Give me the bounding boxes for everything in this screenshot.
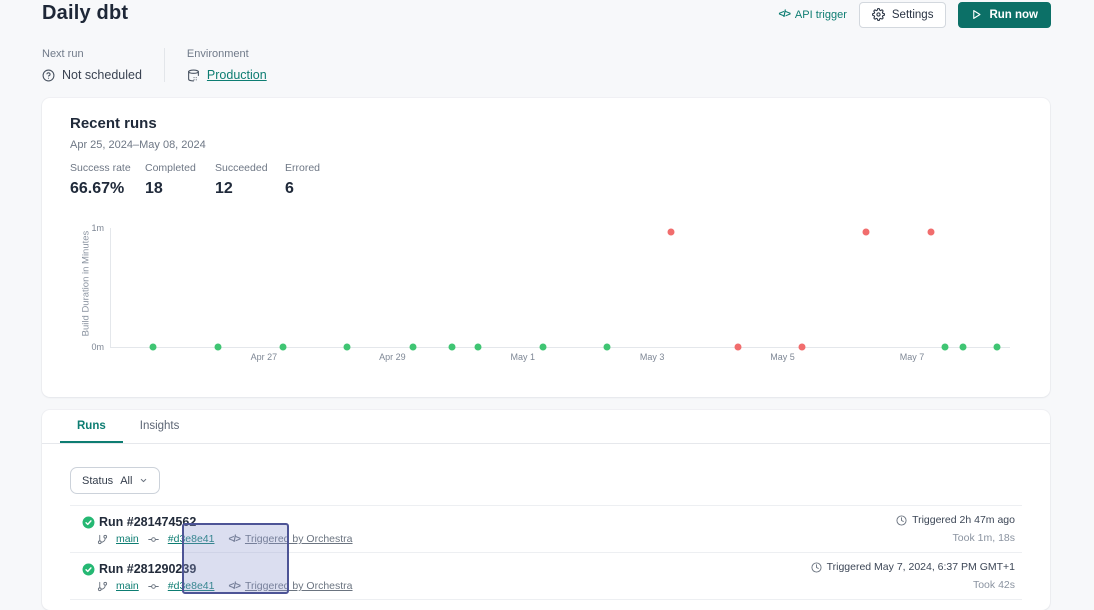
run-dot-success[interactable] [994,344,1001,351]
next-run-value: Not scheduled [62,68,142,82]
run-dot-success[interactable] [942,344,949,351]
status-filter-value: All [120,475,132,487]
play-icon [971,9,982,20]
run-dot-success[interactable] [448,344,455,351]
run-dot-success[interactable] [539,344,546,351]
code-icon: </> [778,9,789,20]
environment-section: Environment Production [164,48,289,82]
next-run-section: Next run Not scheduled [42,48,164,82]
environment-label: Environment [187,48,267,60]
trigger-badge: </> Triggered by Orchestra [228,580,352,592]
code-icon: </> [228,581,239,592]
commit-link[interactable]: #d3e8e41 [168,580,215,592]
run-title[interactable]: Run #281474562 [99,515,196,529]
git-commit-icon [147,581,160,592]
api-trigger-link[interactable]: </> API trigger [778,9,846,21]
run-dot-success[interactable] [960,344,967,351]
git-branch-icon [97,534,108,545]
success-check-icon [82,563,95,576]
run-now-button[interactable]: Run now [958,2,1051,28]
success-check-icon [82,516,95,529]
run-dot-error[interactable] [668,228,675,235]
x-tick-label: Apr 27 [251,352,278,362]
gear-icon [872,8,885,21]
chart-plot: Apr 27Apr 29May 1May 3May 5May 7 [110,228,1010,348]
clock-icon [896,515,907,526]
run-subrow: main #d3e8e41 </> Triggered by Orchestra [97,580,353,592]
run-row[interactable]: Run #281474562 main #d3e8e41 </> Trigger… [70,506,1022,553]
run-dot-success[interactable] [410,344,417,351]
run-title[interactable]: Run #281290239 [99,562,196,576]
stats-row: Success rate 66.67% Completed 18 Succeed… [70,162,345,198]
run-dot-error[interactable] [734,344,741,351]
git-branch-icon [97,581,108,592]
stat-completed: Completed 18 [145,162,215,198]
run-dot-error[interactable] [927,228,934,235]
tab-insights[interactable]: Insights [123,410,197,443]
clock-icon [811,562,822,573]
status-filter-dropdown[interactable]: Status All [70,467,160,494]
trigger-badge: </> Triggered by Orchestra [228,533,352,545]
run-triggered-time: Triggered May 7, 2024, 6:37 PM GMT+1 [827,561,1015,573]
run-triggered-time: Triggered 2h 47m ago [912,514,1015,526]
run-dot-error[interactable] [863,228,870,235]
branch-link[interactable]: main [116,533,139,545]
commit-link[interactable]: #d3e8e41 [168,533,215,545]
run-dot-error[interactable] [799,344,806,351]
x-tick-label: May 7 [900,352,925,362]
tab-bar: Runs Insights [42,410,1050,444]
code-icon: </> [228,534,239,545]
stat-success-rate: Success rate 66.67% [70,162,145,198]
x-tick-label: May 3 [640,352,665,362]
x-tick-label: May 1 [510,352,535,362]
x-tick-label: May 5 [770,352,795,362]
run-duration: Took 42s [973,579,1015,591]
page-title: Daily dbt [42,2,128,25]
date-range: Apr 25, 2024–May 08, 2024 [70,139,206,151]
run-duration: Took 1m, 18s [953,532,1015,544]
run-dot-success[interactable] [279,344,286,351]
chevron-down-icon [139,476,148,485]
run-subrow: main #d3e8e41 </> Triggered by Orchestra [97,533,353,545]
database-icon [187,69,200,82]
next-run-label: Next run [42,48,142,60]
run-dot-success[interactable] [150,344,157,351]
run-dot-success[interactable] [474,344,481,351]
settings-button[interactable]: Settings [859,2,947,28]
header-controls: </> API trigger Settings Run now [778,1,1051,28]
runs-card: Runs Insights Status All Run #281474562 … [42,410,1050,610]
run-row[interactable]: Run #281290239 main #d3e8e41 </> Trigger… [70,553,1022,600]
help-circle-icon [42,69,55,82]
branch-link[interactable]: main [116,580,139,592]
recent-runs-card: Recent runs Apr 25, 2024–May 08, 2024 Su… [42,98,1050,397]
trigger-source-link[interactable]: Triggered by Orchestra [245,580,353,592]
run-dot-success[interactable] [344,344,351,351]
y-axis-title: Build Duration in Minutes [81,219,92,349]
status-filter-label: Status [82,475,113,487]
runs-list: Run #281474562 main #d3e8e41 </> Trigger… [70,505,1022,600]
environment-link[interactable]: Production [207,68,267,82]
trigger-source-link[interactable]: Triggered by Orchestra [245,533,353,545]
recent-runs-title: Recent runs [70,115,157,132]
stat-succeeded: Succeeded 12 [215,162,285,198]
x-tick-label: Apr 29 [379,352,406,362]
git-commit-icon [147,534,160,545]
tab-runs[interactable]: Runs [60,410,123,443]
run-dot-success[interactable] [604,344,611,351]
run-dot-success[interactable] [214,344,221,351]
job-meta: Next run Not scheduled Environment Produ… [42,48,289,82]
stat-errored: Errored 6 [285,162,345,198]
